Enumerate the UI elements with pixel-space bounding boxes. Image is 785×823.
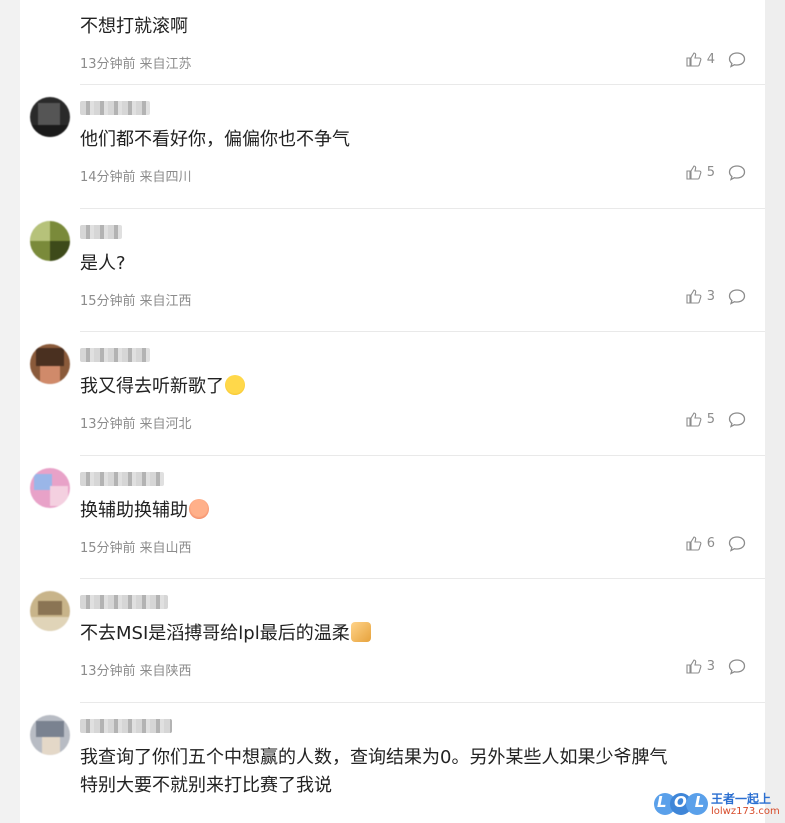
reply-icon[interactable] — [727, 51, 747, 69]
comment-list: 不想打就滚啊 13分钟前 来自江苏 4 他们都不看好你，偏偏你也不争气 14分钟前… — [20, 0, 765, 823]
username[interactable] — [80, 719, 172, 733]
watermark-brand: 王者一起上 — [711, 792, 772, 806]
like-count: 3 — [706, 289, 715, 304]
reply-icon[interactable] — [727, 535, 747, 553]
avatar[interactable] — [30, 591, 70, 631]
comment-meta: 14分钟前 来自四川 — [80, 166, 192, 185]
comment-meta: 13分钟前 来自江苏 — [80, 53, 192, 72]
comment-text: 我查询了你们五个中想赢的人数，查询结果为0。另外某些人如果少爷脾气 特别大要不就… — [80, 744, 667, 800]
comment-text-content: 不去MSI是滔搏哥给lpl最后的温柔 — [80, 623, 350, 644]
username[interactable] — [80, 348, 150, 362]
thumbs-up-emoji — [350, 622, 371, 642]
comment-text: 是人? — [80, 253, 126, 274]
avatar[interactable] — [30, 468, 70, 508]
username[interactable] — [80, 101, 150, 115]
comment-text: 不去MSI是滔搏哥给lpl最后的温柔 — [80, 620, 371, 648]
avatar[interactable] — [30, 715, 70, 755]
comment-text-content: 换辅助换辅助 — [80, 500, 188, 521]
thumbs-up-icon — [686, 289, 702, 304]
reply-icon[interactable] — [727, 658, 747, 676]
watermark-logo-text: LOL — [657, 793, 713, 811]
comment-text-line: 特别大要不就别来打比赛了我说 — [80, 775, 332, 796]
comment-text-content: 我又得去听新歌了 — [80, 376, 224, 397]
avatar[interactable] — [30, 344, 70, 384]
comment-meta: 15分钟前 来自江西 — [80, 290, 192, 309]
comment-item: 他们都不看好你，偏偏你也不争气 14分钟前 来自四川 5 — [20, 85, 765, 209]
comment-location: 来自河北 — [139, 417, 192, 432]
like-button[interactable]: 4 — [686, 52, 715, 67]
reply-icon[interactable] — [727, 411, 747, 429]
username[interactable] — [80, 472, 164, 486]
thumbs-up-icon — [686, 659, 702, 674]
comment-text-line: 我查询了你们五个中想赢的人数，查询结果为0。另外某些人如果少爷脾气 — [80, 747, 668, 768]
laughing-emoji — [189, 499, 209, 519]
watermark-site: lolwz173.com — [711, 806, 780, 817]
comment-item: 是人? 15分钟前 来自江西 3 — [20, 209, 765, 332]
comment-text: 我又得去听新歌了 — [80, 373, 245, 401]
comment-time: 15分钟前 — [80, 294, 136, 309]
comment-item: 换辅助换辅助 15分钟前 来自山西 6 — [20, 456, 765, 579]
username[interactable] — [80, 595, 168, 609]
comment-time: 13分钟前 — [80, 57, 136, 72]
like-count: 6 — [706, 536, 715, 551]
like-button[interactable]: 3 — [686, 289, 715, 304]
like-button[interactable]: 5 — [686, 412, 715, 427]
comment-location: 来自江西 — [139, 294, 192, 309]
like-count: 5 — [706, 165, 715, 180]
comment-meta: 13分钟前 来自河北 — [80, 413, 192, 432]
like-count: 4 — [706, 52, 715, 67]
comment-item: 不去MSI是滔搏哥给lpl最后的温柔 13分钟前 来自陕西 3 — [20, 579, 765, 703]
like-count: 3 — [706, 659, 715, 674]
like-count: 5 — [706, 412, 715, 427]
comment-text: 换辅助换辅助 — [80, 497, 209, 525]
comment-time: 15分钟前 — [80, 541, 136, 556]
comment-meta: 15分钟前 来自山西 — [80, 537, 192, 556]
comment-time: 13分钟前 — [80, 664, 136, 679]
comment-location: 来自山西 — [139, 541, 192, 556]
comment-location: 来自四川 — [139, 170, 192, 185]
comment-time: 14分钟前 — [80, 170, 136, 185]
thumbs-up-icon — [686, 165, 702, 180]
page-margin — [765, 0, 785, 823]
username[interactable] — [80, 225, 122, 239]
comment-item: 不想打就滚啊 13分钟前 来自江苏 4 — [20, 0, 765, 85]
site-watermark: LOL 王者一起上 lolwz173.com — [653, 784, 785, 823]
comment-location: 来自江苏 — [139, 57, 192, 72]
thumbs-up-icon — [686, 536, 702, 551]
comment-time: 13分钟前 — [80, 417, 136, 432]
like-button[interactable]: 6 — [686, 536, 715, 551]
laugh-cry-emoji — [225, 375, 245, 395]
comment-text: 不想打就滚啊 — [80, 16, 188, 37]
comment-text: 他们都不看好你，偏偏你也不争气 — [80, 129, 350, 150]
comment-meta: 13分钟前 来自陕西 — [80, 660, 192, 679]
reply-icon[interactable] — [727, 164, 747, 182]
avatar[interactable] — [30, 221, 70, 261]
avatar[interactable] — [30, 97, 70, 137]
like-button[interactable]: 3 — [686, 659, 715, 674]
comment-location: 来自陕西 — [139, 664, 192, 679]
thumbs-up-icon — [686, 412, 702, 427]
thumbs-up-icon — [686, 52, 702, 67]
comment-item: 我又得去听新歌了 13分钟前 来自河北 5 — [20, 332, 765, 456]
reply-icon[interactable] — [727, 288, 747, 306]
like-button[interactable]: 5 — [686, 165, 715, 180]
